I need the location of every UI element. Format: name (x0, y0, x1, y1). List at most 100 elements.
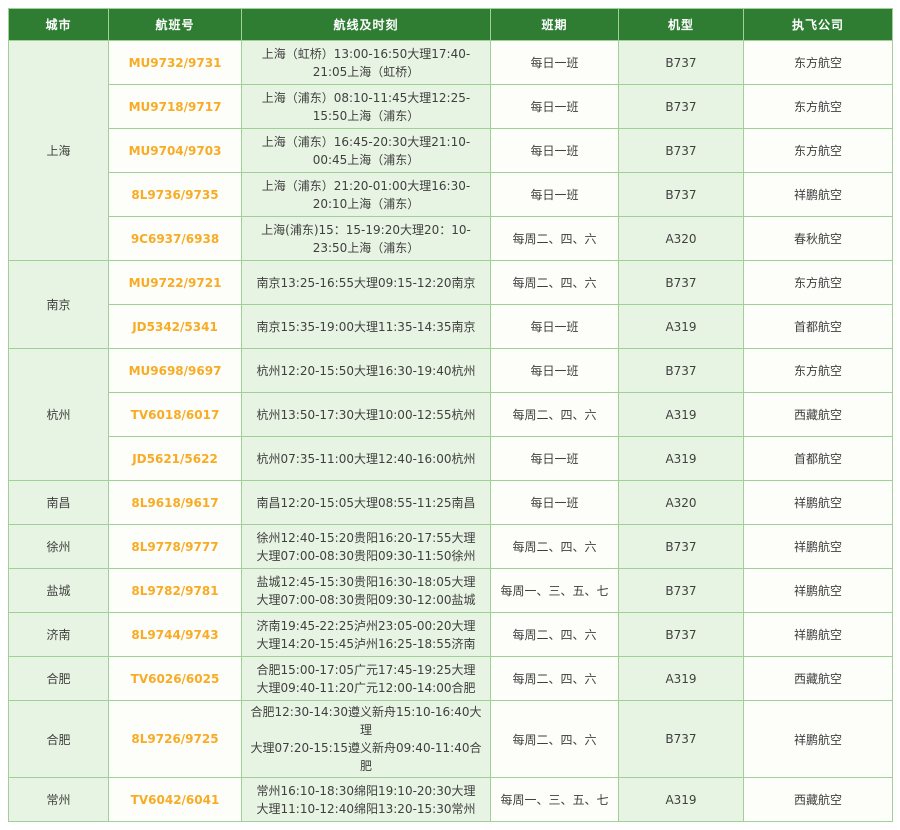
airline-cell: 东方航空 (744, 41, 893, 85)
airline-cell: 东方航空 (744, 129, 893, 173)
table-row: 盐城8L9782/9781盐城12:45-15:30贵阳16:30-18:05大… (9, 569, 893, 613)
flight-number-cell: 8L9778/9777 (109, 525, 242, 569)
header-row: 城市航班号航线及时刻班期机型执飞公司 (9, 9, 893, 41)
header-cell: 航班号 (109, 9, 242, 41)
city-cell: 常州 (9, 778, 109, 822)
route-cell: 南京13:25-16:55大理09:15-12:20南京 (242, 261, 491, 305)
table-row: TV6018/6017杭州13:50-17:30大理10:00-12:55杭州每… (9, 393, 893, 437)
flight-number-cell: 9C6937/6938 (109, 217, 242, 261)
route-cell: 盐城12:45-15:30贵阳16:30-18:05大理大理07:00-08:3… (242, 569, 491, 613)
aircraft-cell: A320 (619, 217, 744, 261)
city-cell: 盐城 (9, 569, 109, 613)
route-cell: 上海（浦东）08:10-11:45大理12:25-15:50上海（浦东） (242, 85, 491, 129)
flight-number-cell: TV6018/6017 (109, 393, 242, 437)
route-line: 大理14:20-15:45泸州16:25-18:55济南 (246, 635, 486, 653)
aircraft-cell: A319 (619, 657, 744, 701)
aircraft-cell: A319 (619, 778, 744, 822)
table-row: JD5621/5622杭州07:35-11:00大理12:40-16:00杭州每… (9, 437, 893, 481)
route-line: 大理07:00-08:30贵阳09:30-11:50徐州 (246, 547, 486, 565)
route-line: 大理11:10-12:40绵阳13:20-15:30常州 (246, 800, 486, 818)
route-line: 徐州12:40-15:20贵阳16:20-17:55大理 (246, 529, 486, 547)
schedule-cell: 每日一班 (491, 173, 619, 217)
route-line: 南京13:25-16:55大理09:15-12:20南京 (246, 274, 486, 292)
header-cell: 城市 (9, 9, 109, 41)
city-cell: 徐州 (9, 525, 109, 569)
airline-cell: 西藏航空 (744, 657, 893, 701)
flight-number-cell: TV6026/6025 (109, 657, 242, 701)
flight-number-cell: JD5621/5622 (109, 437, 242, 481)
flight-number-cell: JD5342/5341 (109, 305, 242, 349)
aircraft-cell: B737 (619, 701, 744, 778)
route-cell: 南京15:35-19:00大理11:35-14:35南京 (242, 305, 491, 349)
route-cell: 常州16:10-18:30绵阳19:10-20:30大理大理11:10-12:4… (242, 778, 491, 822)
table-row: 合肥TV6026/6025合肥15:00-17:05广元17:45-19:25大… (9, 657, 893, 701)
city-cell: 济南 (9, 613, 109, 657)
route-line: 上海（浦东）16:45-20:30大理21:10-00:45上海（浦东） (246, 133, 486, 169)
table-row: 徐州8L9778/9777徐州12:40-15:20贵阳16:20-17:55大… (9, 525, 893, 569)
route-cell: 杭州07:35-11:00大理12:40-16:00杭州 (242, 437, 491, 481)
route-line: 南昌12:20-15:05大理08:55-11:25南昌 (246, 494, 486, 512)
airline-cell: 祥鹏航空 (744, 525, 893, 569)
airline-cell: 首都航空 (744, 305, 893, 349)
flight-number-cell: MU9732/9731 (109, 41, 242, 85)
aircraft-cell: A319 (619, 305, 744, 349)
route-line: 合肥12:30-14:30遵义新舟15:10-16:40大理 (246, 703, 486, 739)
schedule-cell: 每周二、四、六 (491, 613, 619, 657)
table-row: MU9718/9717上海（浦东）08:10-11:45大理12:25-15:5… (9, 85, 893, 129)
flight-number-cell: TV6042/6041 (109, 778, 242, 822)
flight-number-cell: MU9704/9703 (109, 129, 242, 173)
schedule-cell: 每日一班 (491, 437, 619, 481)
airline-cell: 祥鹏航空 (744, 173, 893, 217)
aircraft-cell: A319 (619, 437, 744, 481)
flight-number-cell: 8L9726/9725 (109, 701, 242, 778)
aircraft-cell: B737 (619, 613, 744, 657)
route-cell: 上海（虹桥）13:00-16:50大理17:40-21:05上海（虹桥） (242, 41, 491, 85)
header-cell: 班期 (491, 9, 619, 41)
city-cell: 南昌 (9, 481, 109, 525)
table-row: 9C6937/6938上海(浦东)15：15-19:20大理20：10-23:5… (9, 217, 893, 261)
airline-cell: 西藏航空 (744, 393, 893, 437)
flight-number-cell: 8L9744/9743 (109, 613, 242, 657)
schedule-cell: 每周二、四、六 (491, 525, 619, 569)
table-row: 济南8L9744/9743济南19:45-22:25泸州23:05-00:20大… (9, 613, 893, 657)
aircraft-cell: B737 (619, 349, 744, 393)
schedule-cell: 每周二、四、六 (491, 393, 619, 437)
schedule-cell: 每周一、三、五、七 (491, 569, 619, 613)
route-line: 大理07:20-15:15遵义新舟09:40-11:40合肥 (246, 739, 486, 775)
route-line: 大理09:40-11:20广元12:00-14:00合肥 (246, 679, 486, 697)
airline-cell: 祥鹏航空 (744, 569, 893, 613)
city-cell: 南京 (9, 261, 109, 349)
header-cell: 机型 (619, 9, 744, 41)
flight-number-cell: MU9722/9721 (109, 261, 242, 305)
city-cell: 杭州 (9, 349, 109, 481)
route-cell: 上海（浦东）21:20-01:00大理16:30-20:10上海（浦东） (242, 173, 491, 217)
table-row: JD5342/5341南京15:35-19:00大理11:35-14:35南京每… (9, 305, 893, 349)
route-line: 杭州12:20-15:50大理16:30-19:40杭州 (246, 362, 486, 380)
route-line: 盐城12:45-15:30贵阳16:30-18:05大理 (246, 573, 486, 591)
schedule-cell: 每周二、四、六 (491, 701, 619, 778)
route-cell: 合肥12:30-14:30遵义新舟15:10-16:40大理大理07:20-15… (242, 701, 491, 778)
airline-cell: 祥鹏航空 (744, 481, 893, 525)
route-cell: 杭州12:20-15:50大理16:30-19:40杭州 (242, 349, 491, 393)
table-row: 常州TV6042/6041常州16:10-18:30绵阳19:10-20:30大… (9, 778, 893, 822)
aircraft-cell: B737 (619, 129, 744, 173)
route-cell: 合肥15:00-17:05广元17:45-19:25大理大理09:40-11:2… (242, 657, 491, 701)
page-container: 城市航班号航线及时刻班期机型执飞公司 上海MU9732/9731上海（虹桥）13… (0, 0, 900, 830)
table-body: 上海MU9732/9731上海（虹桥）13:00-16:50大理17:40-21… (9, 41, 893, 822)
route-line: 上海（虹桥）13:00-16:50大理17:40-21:05上海（虹桥） (246, 45, 486, 81)
route-line: 杭州07:35-11:00大理12:40-16:00杭州 (246, 450, 486, 468)
airline-cell: 祥鹏航空 (744, 613, 893, 657)
table-row: 南昌8L9618/9617南昌12:20-15:05大理08:55-11:25南… (9, 481, 893, 525)
schedule-cell: 每日一班 (491, 41, 619, 85)
route-cell: 济南19:45-22:25泸州23:05-00:20大理大理14:20-15:4… (242, 613, 491, 657)
table-row: 杭州MU9698/9697杭州12:20-15:50大理16:30-19:40杭… (9, 349, 893, 393)
flight-number-cell: MU9698/9697 (109, 349, 242, 393)
route-line: 上海（浦东）21:20-01:00大理16:30-20:10上海（浦东） (246, 177, 486, 213)
aircraft-cell: B737 (619, 173, 744, 217)
aircraft-cell: B737 (619, 85, 744, 129)
table-row: MU9704/9703上海（浦东）16:45-20:30大理21:10-00:4… (9, 129, 893, 173)
aircraft-cell: A320 (619, 481, 744, 525)
table-header: 城市航班号航线及时刻班期机型执飞公司 (9, 9, 893, 41)
airline-cell: 东方航空 (744, 261, 893, 305)
route-line: 上海（浦东）08:10-11:45大理12:25-15:50上海（浦东） (246, 89, 486, 125)
